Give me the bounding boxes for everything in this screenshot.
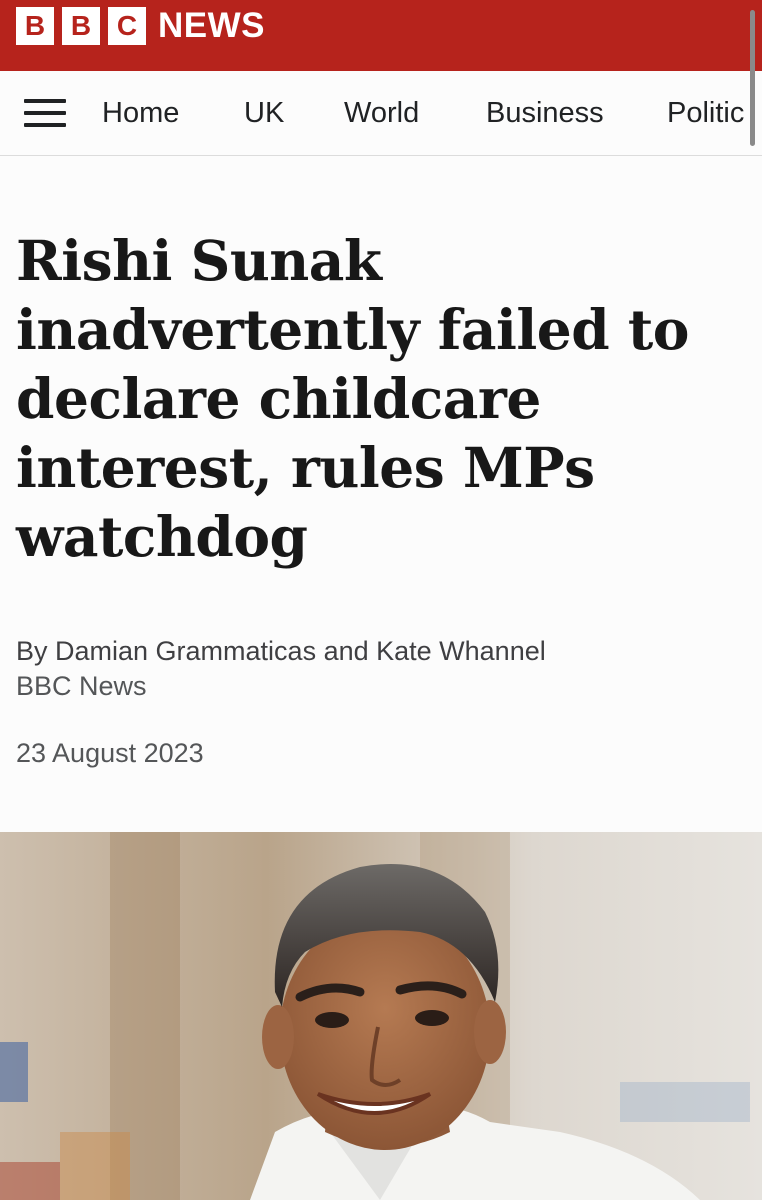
article-date: 23 August 2023 <box>16 738 204 768</box>
article-headline: Rishi Sunak inadvertently failed to decl… <box>16 228 689 569</box>
nav-item-business[interactable]: Business <box>486 95 604 131</box>
logo-news-text: NEWS <box>158 6 265 45</box>
hero-photo <box>0 832 762 1200</box>
nav-item-uk[interactable]: UK <box>244 95 284 131</box>
hamburger-menu-icon[interactable] <box>24 99 66 127</box>
logo-letter-b2: B <box>62 7 100 45</box>
nav-item-politics[interactable]: Politic <box>667 95 744 131</box>
article-hero-image <box>0 832 762 1200</box>
logo-letter-c: C <box>108 7 146 45</box>
main-navigation: Home UK World Business Politic <box>0 71 762 156</box>
nav-item-home[interactable]: Home <box>102 95 179 131</box>
nav-item-world[interactable]: World <box>344 95 419 131</box>
article-byline: By Damian Grammaticas and Kate Whannel <box>16 636 546 666</box>
site-header: B B C NEWS <box>0 0 762 71</box>
bbc-news-logo[interactable]: B B C NEWS <box>16 7 265 45</box>
scrollbar[interactable] <box>750 10 755 146</box>
logo-letter-b1: B <box>16 7 54 45</box>
article-source: BBC News <box>16 671 147 701</box>
